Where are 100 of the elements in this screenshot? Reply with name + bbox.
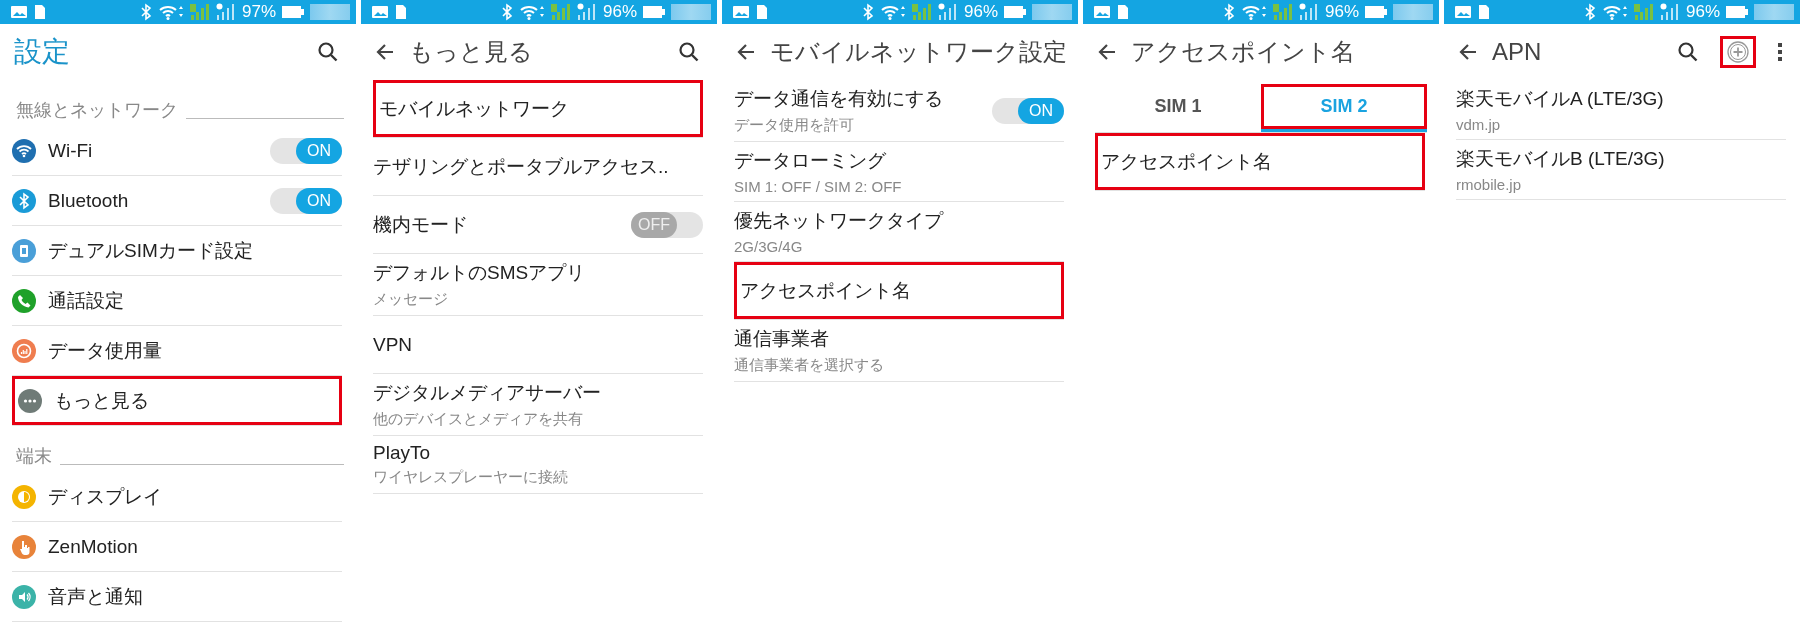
item-title: 機内モード: [373, 212, 469, 237]
search-icon: [316, 40, 340, 64]
settings-item[interactable]: Wi-Fi ON: [12, 126, 342, 176]
settings-item[interactable]: VPN: [373, 316, 703, 374]
search-icon: [1676, 40, 1700, 64]
back-button[interactable]: [1097, 42, 1117, 62]
signal-icon: [1633, 3, 1654, 21]
settings-item[interactable]: ディスプレイ: [12, 472, 342, 522]
back-arrow-icon: [375, 42, 395, 62]
settings-item[interactable]: PlayTo ワイヤレスプレーヤーに接続: [373, 436, 703, 494]
screen-title: アクセスポイント名: [1131, 37, 1355, 67]
back-button[interactable]: [736, 42, 756, 62]
settings-item[interactable]: アクセスポイント名: [1095, 133, 1425, 191]
image-icon: [1093, 3, 1111, 21]
battery-icon: [1365, 5, 1387, 19]
settings-item[interactable]: Bluetooth ON: [12, 176, 342, 226]
battery-icon: [1004, 5, 1026, 19]
signal-icon: [550, 3, 571, 21]
back-button[interactable]: [1458, 42, 1478, 62]
item-title: データローミング: [734, 149, 887, 173]
wifi-icon: [157, 3, 184, 21]
settings-item[interactable]: 通信事業者 通信事業者を選択する: [734, 320, 1064, 382]
search-icon: [677, 40, 701, 64]
item-title: 音声と通知: [48, 584, 144, 609]
sd-card-icon: [395, 4, 407, 20]
screen-title: APN: [1492, 38, 1542, 66]
settings-item[interactable]: データ通信を有効にする データ使用を許可 ON: [734, 80, 1064, 142]
bluetooth-icon: [139, 3, 152, 21]
back-button[interactable]: [375, 42, 395, 62]
settings-item[interactable]: デジタルメディアサーバー 他のデバイスとメディアを共有: [373, 374, 703, 436]
battery-percent: 96%: [602, 2, 637, 22]
item-subtitle: データ使用を許可: [734, 116, 855, 135]
item-title: アクセスポイント名: [740, 278, 912, 303]
back-arrow-icon: [1097, 42, 1117, 62]
item-title: VPN: [373, 333, 414, 356]
settings-item[interactable]: 音声と通知: [12, 572, 342, 622]
back-arrow-icon: [736, 42, 756, 62]
wifi-icon: [1240, 3, 1267, 21]
screen-title: もっと見る: [409, 37, 533, 67]
settings-item[interactable]: 優先ネットワークタイプ 2G/3G/4G: [734, 202, 1064, 262]
item-title: データ通信を有効にする: [734, 87, 944, 111]
image-icon: [1454, 3, 1472, 21]
settings-item[interactable]: テザリングとポータブルアクセス..: [373, 138, 703, 196]
item-title: アクセスポイント名: [1101, 149, 1273, 174]
signal-icon: [911, 3, 932, 21]
signal-icon: [189, 3, 210, 21]
section-header: 無線とネットワーク: [16, 99, 178, 122]
item-title: データ使用量: [48, 338, 163, 363]
settings-item[interactable]: 機内モード OFF: [373, 196, 703, 254]
settings-item[interactable]: データローミング SIM 1: OFF / SIM 2: OFF: [734, 142, 1064, 202]
item-title: デジタルメディアサーバー: [373, 381, 602, 405]
add-icon: [1726, 40, 1750, 64]
sd-card-icon: [756, 4, 768, 20]
battery-icon: [282, 5, 304, 19]
screen-title: 設定: [14, 35, 70, 69]
item-subtitle: 通信事業者を選択する: [734, 356, 885, 375]
item-title: ZenMotion: [48, 535, 139, 558]
sd-card-icon: [34, 4, 46, 20]
settings-item[interactable]: デフォルトのSMSアプリ メッセージ: [373, 254, 703, 316]
battery-icon: [1726, 5, 1748, 19]
image-icon: [732, 3, 750, 21]
settings-item[interactable]: ZenMotion: [12, 522, 342, 572]
item-title: 通信事業者: [734, 327, 830, 351]
no-signal-icon: [215, 3, 236, 21]
sd-card-icon: [1478, 4, 1490, 20]
item-subtitle: vdm.jp: [1456, 116, 1502, 133]
item-subtitle: rmobile.jp: [1456, 176, 1523, 193]
item-title: 通話設定: [48, 288, 125, 313]
more-icon: [1776, 40, 1784, 64]
battery-percent: 96%: [1685, 2, 1720, 22]
item-title: もっと見る: [54, 388, 150, 413]
item-title: 優先ネットワークタイプ: [734, 209, 945, 233]
item-title: モバイルネットワーク: [379, 96, 570, 121]
screen-title: モバイルネットワーク設定: [770, 37, 1067, 67]
sd-card-icon: [1117, 4, 1129, 20]
battery-percent: 96%: [963, 2, 998, 22]
add-button[interactable]: [1720, 36, 1756, 68]
item-title: Wi-Fi: [48, 139, 94, 162]
bluetooth-icon: [500, 3, 513, 21]
item-title: Bluetooth: [48, 189, 130, 212]
bluetooth-icon: [1222, 3, 1235, 21]
bluetooth-icon: [861, 3, 874, 21]
item-title: 楽天モバイルA (LTE/3G): [1456, 87, 1665, 111]
settings-item[interactable]: アクセスポイント名: [734, 262, 1064, 320]
settings-item[interactable]: もっと見る: [12, 376, 342, 426]
item-title: ディスプレイ: [48, 484, 163, 509]
no-signal-icon: [1659, 3, 1680, 21]
settings-item[interactable]: 楽天モバイルA (LTE/3G) vdm.jp: [1456, 80, 1786, 140]
wifi-icon: [518, 3, 545, 21]
settings-item[interactable]: データ使用量: [12, 326, 342, 376]
item-title: テザリングとポータブルアクセス..: [373, 154, 670, 179]
settings-item[interactable]: デュアルSIMカード設定: [12, 226, 342, 276]
no-signal-icon: [576, 3, 597, 21]
settings-item[interactable]: 楽天モバイルB (LTE/3G) rmobile.jp: [1456, 140, 1786, 200]
wifi-icon: [879, 3, 906, 21]
settings-item[interactable]: モバイルネットワーク: [373, 80, 703, 138]
item-subtitle: メッセージ: [373, 290, 449, 309]
tab[interactable]: SIM 1: [1095, 84, 1261, 132]
settings-item[interactable]: 通話設定: [12, 276, 342, 326]
signal-icon: [1272, 3, 1293, 21]
